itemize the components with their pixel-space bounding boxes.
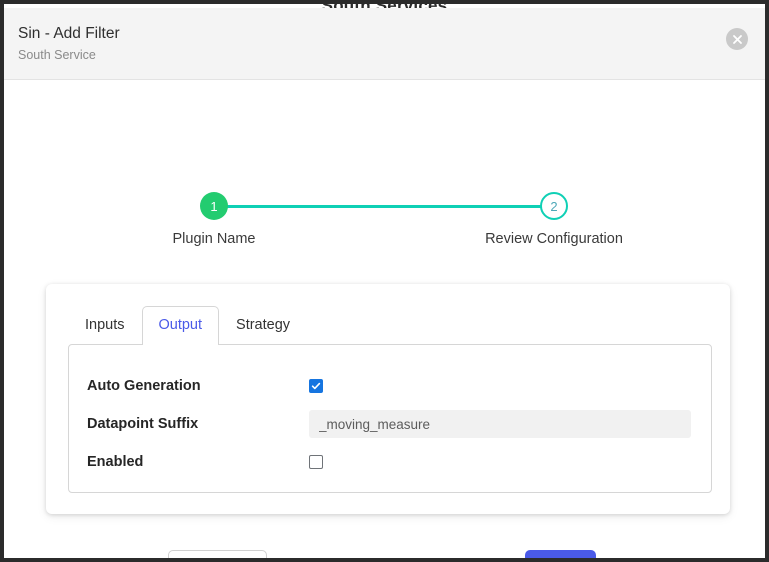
step-2-circle: 2	[540, 192, 568, 220]
output-tab-panel: Auto Generation	[68, 344, 712, 493]
tab-output-label: Output	[159, 317, 203, 333]
close-icon	[732, 34, 743, 45]
datapoint-suffix-label: Datapoint Suffix	[87, 416, 309, 432]
step-2-number: 2	[550, 200, 557, 213]
footer-buttons: Previous Done	[4, 550, 765, 562]
configuration-card: Inputs Output Strategy Auto Generation	[46, 284, 730, 514]
enabled-checkbox[interactable]	[309, 455, 323, 469]
window-frame: South Services Sin - Add Filter South Se…	[0, 0, 769, 562]
modal-subtitle: South Service	[18, 46, 747, 64]
step-1-number: 1	[210, 200, 217, 213]
field-row-auto-generation: Auto Generation	[87, 367, 691, 405]
tab-strip: Inputs Output Strategy	[68, 306, 307, 345]
step-2-label: Review Configuration	[474, 231, 634, 247]
step-1-label: Plugin Name	[134, 231, 294, 247]
add-filter-modal: Sin - Add Filter South Service 1	[4, 8, 765, 562]
close-button[interactable]	[726, 28, 748, 50]
field-row-enabled: Enabled	[87, 443, 691, 481]
stepper-connector-line	[218, 205, 550, 208]
previous-button[interactable]: Previous	[168, 550, 267, 562]
modal-title: Sin - Add Filter	[18, 24, 747, 44]
stepper-step-review-configuration[interactable]: 2 Review Configuration	[474, 192, 634, 247]
tab-inputs[interactable]: Inputs	[68, 306, 142, 345]
stepper-step-plugin-name[interactable]: 1 Plugin Name	[134, 192, 294, 247]
auto-generation-label: Auto Generation	[87, 378, 309, 394]
datapoint-suffix-input[interactable]	[309, 410, 691, 438]
tab-inputs-label: Inputs	[85, 317, 125, 333]
check-icon	[311, 381, 321, 391]
auto-generation-checkbox[interactable]	[309, 379, 323, 393]
tab-output[interactable]: Output	[142, 306, 220, 345]
enabled-label: Enabled	[87, 454, 309, 470]
modal-header: Sin - Add Filter South Service	[4, 8, 765, 80]
tab-strategy[interactable]: Strategy	[219, 306, 307, 345]
done-button[interactable]: Done	[525, 550, 596, 562]
modal-body: 1 Plugin Name 2 Review Configuration Inp…	[4, 80, 765, 562]
step-1-circle: 1	[200, 192, 228, 220]
enabled-control	[309, 455, 691, 469]
auto-generation-control	[309, 379, 691, 393]
tab-strategy-label: Strategy	[236, 317, 290, 333]
wizard-stepper: 1 Plugin Name 2 Review Configuration	[144, 192, 624, 256]
field-row-datapoint-suffix: Datapoint Suffix	[87, 405, 691, 443]
datapoint-suffix-control	[309, 410, 691, 438]
